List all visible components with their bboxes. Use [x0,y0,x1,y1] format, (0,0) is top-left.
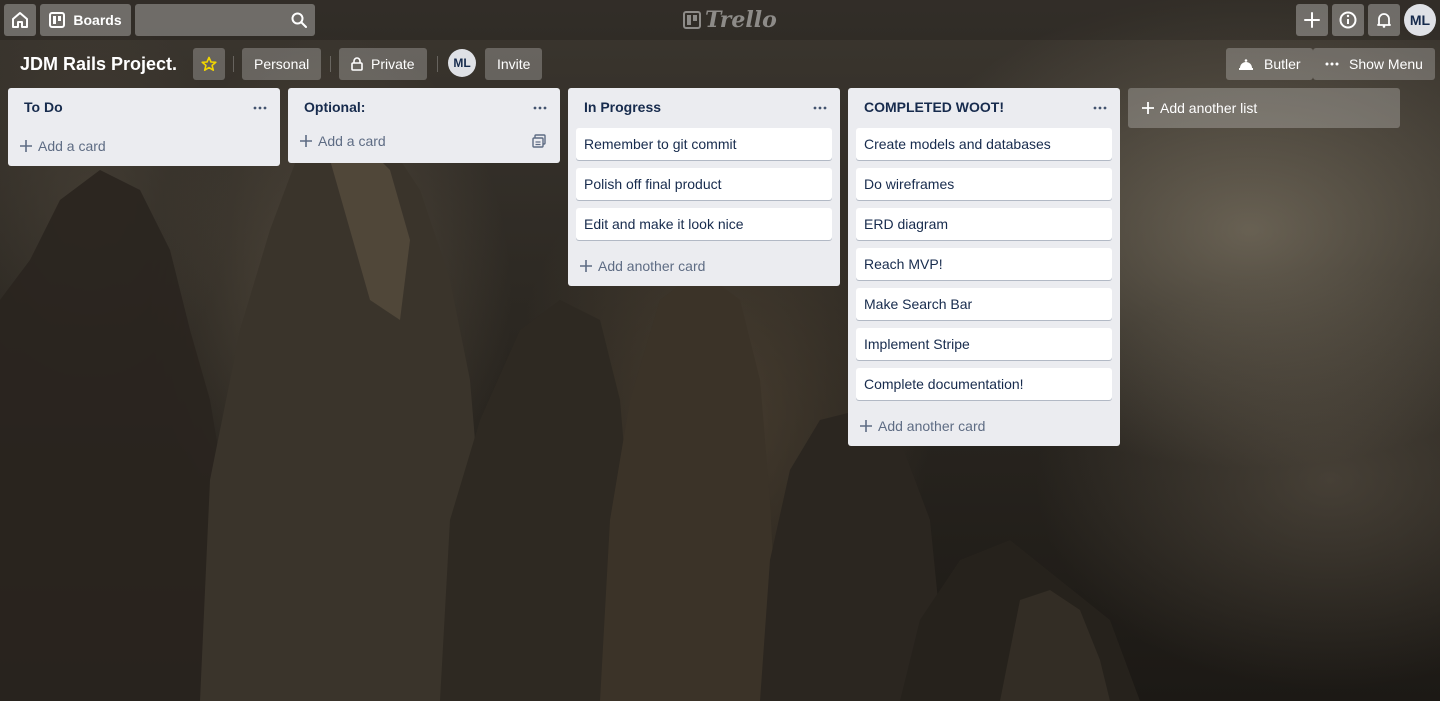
card[interactable]: Complete documentation! [856,368,1112,400]
butler-icon [1239,59,1253,70]
star-button[interactable] [193,48,225,80]
list-menu-button[interactable] [530,98,550,118]
template-icon[interactable] [532,134,546,148]
list-title[interactable]: To Do [24,99,63,115]
list-header: In Progress [568,88,840,128]
add-card-button[interactable]: Add a card [292,125,556,157]
boards-label: Boards [73,12,122,28]
list-menu-button[interactable] [810,98,830,118]
trello-logo-icon [683,11,701,29]
add-card-button[interactable]: Add another card [852,408,1116,444]
boards-button[interactable]: Boards [40,4,131,36]
butler-button[interactable]: Butler [1226,48,1313,80]
board-title[interactable]: JDM Rails Project. [20,52,177,76]
info-icon [1339,11,1357,29]
home-icon [12,12,28,28]
card[interactable]: Do wireframes [856,168,1112,200]
card[interactable]: ERD diagram [856,208,1112,240]
header-divider [233,56,234,72]
add-card-label: Add a card [318,133,386,149]
add-list-button[interactable]: Add another list [1128,88,1400,128]
header-divider [330,56,331,72]
more-icon [813,106,827,110]
lock-icon [351,57,363,71]
list-completed: COMPLETED WOOT! Create models and databa… [848,88,1120,446]
list-title[interactable]: COMPLETED WOOT! [864,99,1004,115]
create-button[interactable] [1296,4,1328,36]
list-header: COMPLETED WOOT! [848,88,1120,128]
search-input[interactable] [135,4,315,36]
add-card-label: Add a card [38,138,106,154]
trello-logo[interactable]: Trello [683,7,777,33]
user-avatar[interactable]: ML [1404,4,1436,36]
plus-icon [580,260,592,272]
plus-icon [860,420,872,432]
bell-icon [1377,13,1391,28]
add-card-label: Add another card [878,418,986,434]
member-initials: ML [453,56,471,70]
card[interactable]: Edit and make it look nice [576,208,832,240]
add-card-button[interactable]: Add another card [572,248,836,284]
team-label: Personal [254,56,310,72]
card[interactable]: Polish off final product [576,168,832,200]
butler-label: Butler [1264,56,1301,72]
card[interactable]: Implement Stripe [856,328,1112,360]
show-menu-button[interactable]: Show Menu [1313,48,1435,80]
plus-icon [1304,12,1320,28]
search-icon [291,12,307,28]
card[interactable]: Create models and databases [856,128,1112,160]
visibility-button[interactable]: Private [339,48,427,80]
list-menu-button[interactable] [250,98,270,118]
more-icon [1325,62,1339,66]
add-card-button[interactable]: Add a card [12,128,276,164]
more-icon [1093,106,1107,110]
more-icon [533,106,547,110]
add-list-label: Add another list [1160,100,1258,116]
notifications-button[interactable] [1368,4,1400,36]
list-title[interactable]: In Progress [584,99,661,115]
boards-icon [49,12,66,28]
invite-button[interactable]: Invite [485,48,543,80]
info-button[interactable] [1332,4,1364,36]
avatar-initials: ML [1409,12,1431,28]
list-menu-button[interactable] [1090,98,1110,118]
star-icon [201,56,217,71]
more-icon [253,106,267,110]
list-in-progress: In Progress Remember to git commit Polis… [568,88,840,286]
header-divider [437,56,438,72]
add-card-label: Add another card [598,258,706,274]
home-button[interactable] [4,4,36,36]
show-menu-label: Show Menu [1349,56,1423,72]
list-header: To Do [8,88,280,128]
card[interactable]: Make Search Bar [856,288,1112,320]
top-header: Boards Trello ML [0,0,1440,40]
list-title[interactable]: Optional: [304,99,365,115]
visibility-label: Private [371,56,415,72]
card[interactable]: Reach MVP! [856,248,1112,280]
plus-icon [1142,102,1154,114]
team-button[interactable]: Personal [242,48,322,80]
list-optional: Optional: Add a card [288,88,560,163]
list-header: Optional: [288,88,560,128]
plus-icon [300,135,312,147]
member-avatar[interactable]: ML [448,49,476,77]
card[interactable]: Remember to git commit [576,128,832,160]
logo-text: Trello [705,7,777,33]
invite-label: Invite [497,56,531,72]
plus-icon [20,140,32,152]
list-to-do: To Do Add a card [8,88,280,166]
